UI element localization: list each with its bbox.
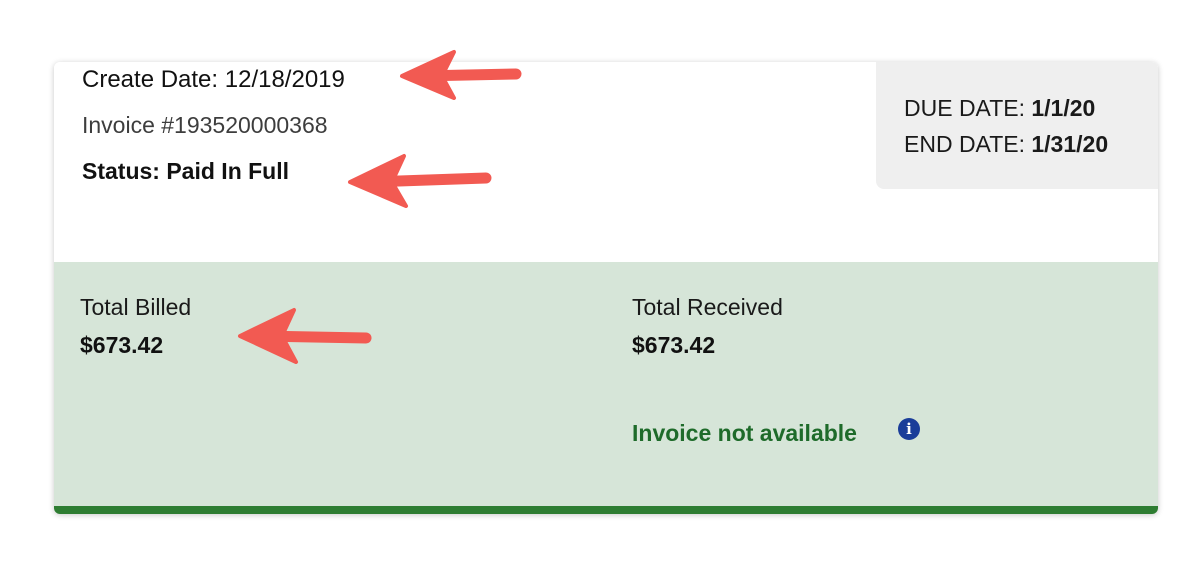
- create-date-value: 12/18/2019: [224, 66, 345, 93]
- invoice-card: Create Date: 12/18/2019 Invoice #1935200…: [54, 62, 1158, 514]
- end-date: END DATE: 1/31/20: [904, 131, 1108, 158]
- create-date-label: Create Date:: [82, 66, 219, 93]
- create-date: Create Date: 12/18/2019: [82, 66, 345, 94]
- arrow-create-date-icon: [400, 50, 522, 100]
- info-icon[interactable]: i: [898, 418, 920, 440]
- end-date-label: END DATE:: [904, 131, 1025, 157]
- arrow-total-billed-icon: [238, 308, 372, 364]
- total-billed-label: Total Billed: [80, 294, 192, 320]
- invoice-status: Status: Paid In Full: [82, 158, 290, 184]
- arrow-status-icon: [348, 154, 492, 208]
- total-billed-value: $673.42: [80, 332, 164, 358]
- due-date-value: 1/1/20: [1031, 95, 1096, 121]
- due-date: DUE DATE: 1/1/20: [904, 95, 1095, 122]
- due-date-label: DUE DATE:: [904, 95, 1025, 121]
- dates-panel: DUE DATE: 1/1/20 END DATE: 1/31/20: [876, 62, 1158, 189]
- totals-section: Total Billed $673.42 Total Received $673…: [54, 262, 1158, 506]
- invoice-not-available-text: Invoice not available: [632, 420, 857, 446]
- end-date-value: 1/31/20: [1031, 131, 1109, 157]
- total-received-label: Total Received: [632, 294, 783, 320]
- accent-bar: [54, 506, 1158, 514]
- invoice-header: Create Date: 12/18/2019 Invoice #1935200…: [54, 62, 1158, 262]
- invoice-number: Invoice #193520000368: [82, 112, 328, 138]
- total-received-value: $673.42: [632, 332, 716, 358]
